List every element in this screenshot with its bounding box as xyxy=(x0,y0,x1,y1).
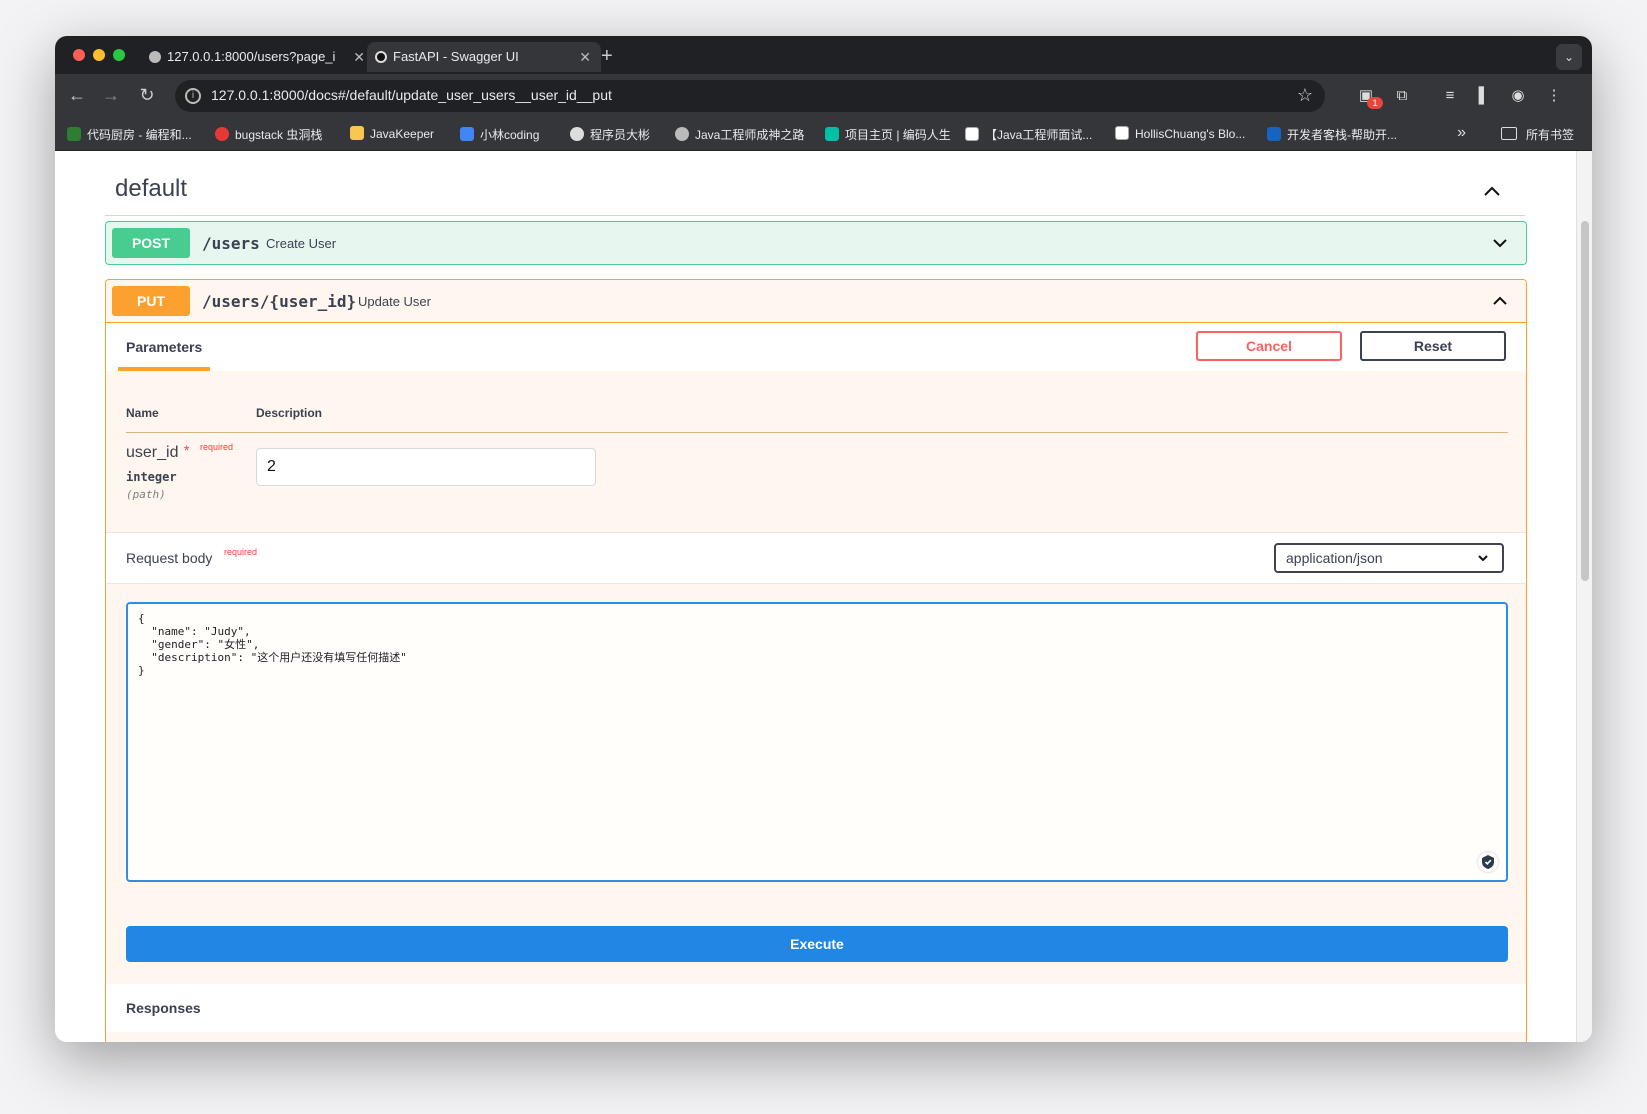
bookmark-icon xyxy=(570,127,584,141)
table-header-name: Name xyxy=(126,406,159,420)
bookmark-item[interactable]: JavaKeeper xyxy=(350,126,434,141)
folder-icon xyxy=(1500,127,1517,140)
side-panel-icon[interactable]: ▌ xyxy=(1475,87,1493,105)
reset-button[interactable]: Reset xyxy=(1360,331,1506,361)
bookmark-item[interactable]: Java工程师成神之路 xyxy=(675,126,804,143)
json-body: { "name": "Judy", "gender": "女性", "descr… xyxy=(138,612,407,677)
close-tab-icon[interactable]: ✕ xyxy=(353,42,365,72)
address-bar[interactable]: i 127.0.0.1:8000/docs#/default/update_us… xyxy=(175,80,1325,112)
media-controls-icon[interactable]: ≡ xyxy=(1441,87,1459,105)
forward-button[interactable]: → xyxy=(99,85,123,106)
close-tab-icon[interactable]: ✕ xyxy=(579,42,591,72)
editor-helper-icon[interactable] xyxy=(1478,852,1498,872)
required-star: * xyxy=(184,442,190,458)
extension-icon[interactable]: ▣ 1 xyxy=(1357,87,1383,109)
operation-summary: Create User xyxy=(266,236,337,251)
execute-button[interactable]: Execute xyxy=(126,926,1508,962)
active-tab-indicator xyxy=(118,367,210,371)
chrome-menu-icon[interactable]: ⋮ xyxy=(1545,87,1563,105)
close-window-button[interactable] xyxy=(73,49,85,61)
chevron-up-icon[interactable] xyxy=(1483,185,1501,197)
required-label: required xyxy=(200,442,234,452)
tab-title: 127.0.0.1:8000/users?page_i xyxy=(167,49,336,64)
chevron-down-icon[interactable] xyxy=(1492,238,1508,248)
tab-swagger[interactable]: FastAPI - Swagger UI ✕ xyxy=(367,42,601,72)
method-badge-put: PUT xyxy=(112,286,190,316)
tab-search-button[interactable]: ⌄ xyxy=(1556,44,1582,70)
param-type: integer xyxy=(126,470,177,484)
bookmark-icon xyxy=(1267,127,1281,141)
bookmark-item[interactable]: 开发者客栈-帮助开... xyxy=(1267,126,1397,143)
request-body-editor[interactable]: { "name": "Judy", "gender": "女性", "descr… xyxy=(126,602,1508,882)
back-button[interactable]: ← xyxy=(65,85,89,106)
parameters-bar: Parameters Cancel Reset xyxy=(106,323,1526,371)
fastapi-icon xyxy=(375,51,387,63)
param-location: (path) xyxy=(126,488,166,501)
user-id-input[interactable]: 2 xyxy=(256,448,596,486)
bookmark-icon xyxy=(965,127,979,141)
responses-title: Responses xyxy=(126,1000,201,1016)
operation-path: /users/{user_id} xyxy=(202,292,357,311)
extensions-puzzle-icon[interactable]: ⧉ xyxy=(1393,87,1411,105)
default-section: default POST /users Create User PUT /use… xyxy=(105,151,1527,1042)
browser-window: 127.0.0.1:8000/users?page_i ✕ FastAPI - … xyxy=(55,36,1592,1042)
reload-button[interactable]: ↻ xyxy=(135,85,159,106)
required-label: required xyxy=(224,547,258,557)
all-bookmarks-folder[interactable]: 所有书签 xyxy=(1500,126,1574,143)
operation-summary: Update User xyxy=(358,294,431,309)
bookmark-icon xyxy=(825,127,839,141)
bookmark-icon xyxy=(675,127,689,141)
new-tab-button[interactable]: + xyxy=(601,42,613,70)
operation-post-users[interactable]: POST /users Create User xyxy=(105,221,1527,265)
table-header-description: Description xyxy=(256,406,323,420)
bookmark-item[interactable]: bugstack 虫洞栈 xyxy=(215,126,322,143)
bookmark-item[interactable]: 程序员大彬 xyxy=(570,126,650,143)
request-body-bar: Request body required application/json xyxy=(106,532,1526,584)
section-header[interactable]: default xyxy=(105,163,1525,216)
bookmark-item[interactable]: 代码厨房 - 编程和... xyxy=(67,126,192,143)
bookmarks-bar: 代码厨房 - 编程和... bugstack 虫洞栈 JavaKeeper 小林… xyxy=(55,118,1592,151)
tab-title: FastAPI - Swagger UI xyxy=(393,49,519,64)
scrollbar-thumb[interactable] xyxy=(1581,221,1589,581)
tab-strip: 127.0.0.1:8000/users?page_i ✕ FastAPI - … xyxy=(55,36,1592,74)
tab-users[interactable]: 127.0.0.1:8000/users?page_i ✕ xyxy=(141,42,375,72)
bookmark-icon xyxy=(350,126,364,140)
operation-put-user: PUT /users/{user_id} Update User Paramet… xyxy=(105,279,1527,1042)
tab-parameters[interactable]: Parameters xyxy=(126,339,202,355)
minimize-window-button[interactable] xyxy=(93,49,105,61)
cancel-button[interactable]: Cancel xyxy=(1196,331,1342,361)
chevron-up-icon[interactable] xyxy=(1492,296,1508,306)
param-name: user_id xyxy=(126,444,179,461)
responses-bar: Responses xyxy=(106,984,1526,1032)
request-body-title: Request body xyxy=(126,550,213,566)
bookmark-icon xyxy=(215,127,229,141)
bookmark-item[interactable]: HollisChuang's Blo... xyxy=(1115,126,1245,141)
content-type-select[interactable]: application/json xyxy=(1274,543,1504,573)
bookmark-icon xyxy=(1115,126,1129,140)
select-value: application/json xyxy=(1286,550,1383,566)
bookmark-icon xyxy=(67,127,81,141)
section-title: default xyxy=(115,175,188,202)
table-divider xyxy=(126,432,1508,433)
shield-icon xyxy=(1482,855,1494,869)
swagger-page: default POST /users Create User PUT /use… xyxy=(55,151,1577,1042)
bookmark-item[interactable]: 【Java工程师面试... xyxy=(965,126,1092,143)
page-scrollbar[interactable] xyxy=(1576,151,1592,1042)
address-toolbar: ← → ↻ i 127.0.0.1:8000/docs#/default/upd… xyxy=(55,74,1592,118)
operation-path: /users xyxy=(202,234,260,253)
chevron-down-icon xyxy=(1478,555,1488,561)
url-text: 127.0.0.1:8000/docs#/default/update_user… xyxy=(211,87,612,103)
bookmark-star-icon[interactable]: ☆ xyxy=(1297,85,1313,106)
maximize-window-button[interactable] xyxy=(113,49,125,61)
method-badge-post: POST xyxy=(112,228,190,258)
bookmark-item[interactable]: 小林coding xyxy=(460,126,539,143)
bookmark-icon xyxy=(460,127,474,141)
more-bookmarks-button[interactable]: » xyxy=(1457,124,1466,142)
bookmark-item[interactable]: 项目主页 | 编码人生 xyxy=(825,126,951,143)
site-info-icon[interactable]: i xyxy=(185,88,201,104)
profile-avatar[interactable]: ◉ xyxy=(1509,87,1527,105)
globe-icon xyxy=(149,51,161,63)
extension-badge: 1 xyxy=(1367,97,1383,109)
